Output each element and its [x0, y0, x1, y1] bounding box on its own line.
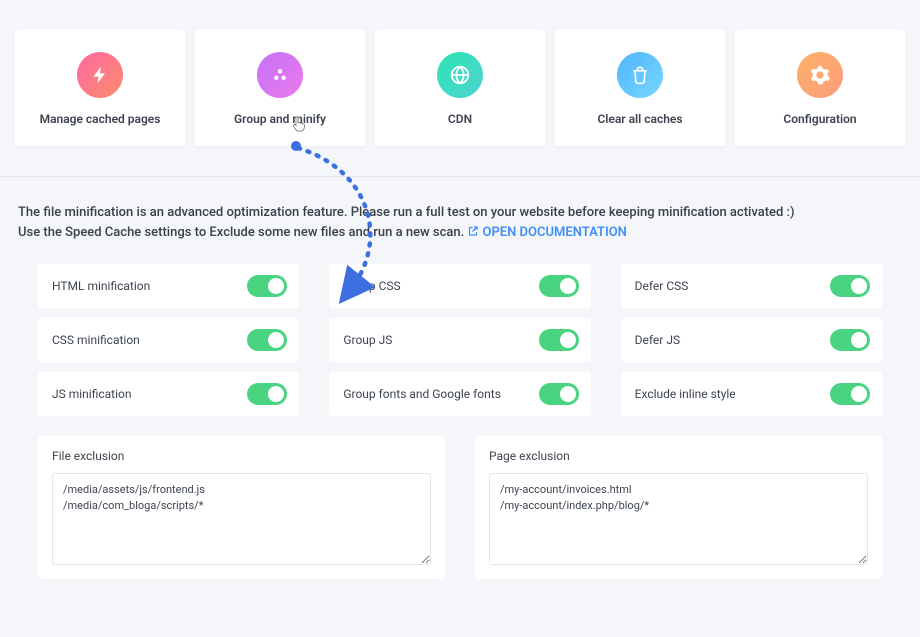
toggle-group-fonts: Group fonts and Google fonts — [329, 372, 590, 416]
toggle-switch[interactable] — [830, 275, 870, 297]
gear-icon — [797, 52, 843, 98]
file-exclusion-textarea[interactable] — [52, 473, 431, 565]
tab-label: CDN — [383, 112, 537, 126]
toggle-label: Group JS — [343, 333, 392, 347]
tab-label: Manage cached pages — [23, 112, 177, 126]
external-link-icon — [467, 224, 479, 244]
tab-label: Group and minify — [203, 112, 357, 126]
toggle-label: Group CSS — [343, 279, 400, 293]
toggle-defer-js: Defer JS — [621, 318, 882, 362]
tab-configuration[interactable]: Configuration — [735, 30, 905, 146]
tab-manage-cached-pages[interactable]: Manage cached pages — [15, 30, 185, 146]
page-exclusion-title: Page exclusion — [475, 436, 882, 473]
notice-text: The file minification is an advanced opt… — [0, 177, 920, 264]
cluster-icon — [257, 52, 303, 98]
page-exclusion-card: Page exclusion — [475, 436, 882, 579]
toggle-label: Group fonts and Google fonts — [343, 387, 501, 401]
tab-label: Clear all caches — [563, 112, 717, 126]
toggle-html-minification: HTML minification — [38, 264, 299, 308]
toggle-label: Defer CSS — [635, 279, 689, 293]
toggle-switch[interactable] — [247, 383, 287, 405]
page-exclusion-textarea[interactable] — [489, 473, 868, 565]
tab-group-and-minify[interactable]: Group and minify — [195, 30, 365, 146]
toggle-label: Exclude inline style — [635, 387, 736, 401]
toggle-switch[interactable] — [539, 329, 579, 351]
globe-icon — [437, 52, 483, 98]
toggle-grid: HTML minification Group CSS Defer CSS CS… — [0, 264, 920, 416]
tab-clear-all-caches[interactable]: Clear all caches — [555, 30, 725, 146]
toggle-defer-css: Defer CSS — [621, 264, 882, 308]
tab-label: Configuration — [743, 112, 897, 126]
toggle-switch[interactable] — [247, 329, 287, 351]
toggle-group-css: Group CSS — [329, 264, 590, 308]
toggle-switch[interactable] — [539, 275, 579, 297]
toggle-exclude-inline-style: Exclude inline style — [621, 372, 882, 416]
exclusion-row: File exclusion Page exclusion — [0, 416, 920, 579]
file-exclusion-card: File exclusion — [38, 436, 445, 579]
toggle-group-js: Group JS — [329, 318, 590, 362]
toggle-css-minification: CSS minification — [38, 318, 299, 362]
tabs-row: Manage cached pages Group and minify CDN… — [0, 0, 920, 176]
tab-cdn[interactable]: CDN — [375, 30, 545, 146]
bolt-icon — [77, 52, 123, 98]
toggle-label: JS minification — [52, 387, 131, 401]
notice-line1: The file minification is an advanced opt… — [18, 203, 902, 223]
toggle-switch[interactable] — [539, 383, 579, 405]
file-exclusion-title: File exclusion — [38, 436, 445, 473]
open-documentation-link[interactable]: OPEN DOCUMENTATION — [467, 225, 626, 240]
toggle-js-minification: JS minification — [38, 372, 299, 416]
toggle-switch[interactable] — [830, 329, 870, 351]
toggle-label: Defer JS — [635, 333, 680, 347]
toggle-switch[interactable] — [830, 383, 870, 405]
trash-icon — [617, 52, 663, 98]
toggle-label: CSS minification — [52, 333, 140, 347]
notice-line2: Use the Speed Cache settings to Exclude … — [18, 223, 902, 244]
toggle-label: HTML minification — [52, 279, 150, 293]
toggle-switch[interactable] — [247, 275, 287, 297]
